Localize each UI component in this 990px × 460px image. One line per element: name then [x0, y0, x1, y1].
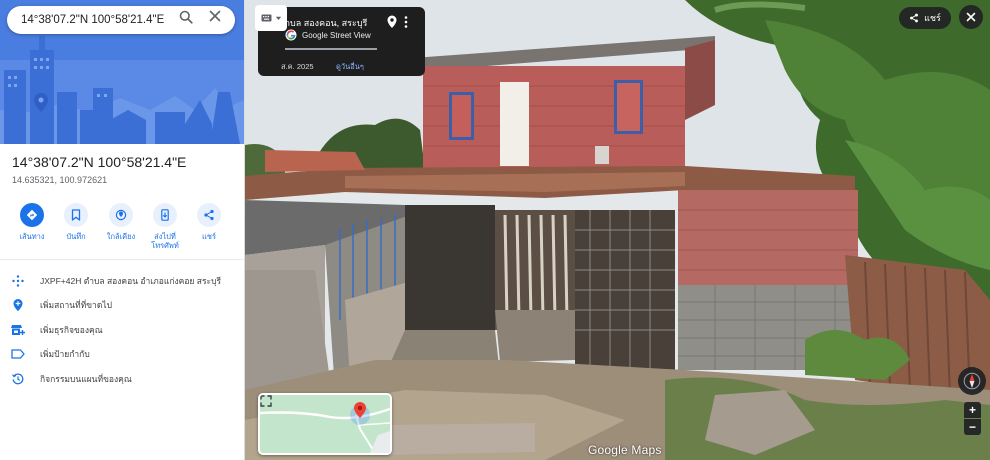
plus-code-row[interactable]: JXPF+42H ตำบล สองคอน อำเภอแก่งคอย สระบุร…: [10, 272, 221, 290]
divider: [0, 259, 244, 260]
street-view-logo-text: Google Street View: [302, 30, 371, 40]
search-box[interactable]: [7, 6, 235, 34]
compass-button[interactable]: [958, 367, 986, 395]
add-label-text: เพิ่มป้ายกำกับ: [40, 349, 90, 359]
map-activity-text: กิจกรรมบนแผนที่ของคุณ: [40, 374, 132, 384]
add-business-icon: [10, 322, 26, 338]
zoom-out-button[interactable]: −: [964, 419, 981, 435]
place-coordinates: 14.635321, 100.972621: [12, 175, 108, 185]
nearby-button[interactable]: ใกล้เคียง: [101, 203, 141, 241]
zoom-in-button[interactable]: +: [964, 402, 981, 418]
hero-illustration: [0, 0, 244, 144]
send-to-phone-icon: [153, 203, 177, 227]
google-logo-icon: [285, 29, 297, 41]
directions-button[interactable]: เส้นทาง: [12, 203, 52, 241]
close-street-view-button[interactable]: [959, 5, 983, 29]
plus-code-icon: [10, 273, 26, 289]
place-title: 14°38'07.2"N 100°58'21.4"E: [12, 154, 187, 170]
chevron-down-icon: [275, 16, 281, 20]
share-action-label: แชร์: [202, 232, 216, 241]
street-view-logo: Google Street View: [285, 29, 371, 41]
compass-icon: [963, 372, 981, 390]
share-icon: [910, 13, 919, 23]
label-icon: [10, 346, 26, 362]
share-label: แชร์: [924, 13, 941, 23]
minimap[interactable]: [258, 393, 392, 455]
card-collapse-toggle[interactable]: [255, 5, 287, 31]
expand-icon[interactable]: [260, 395, 272, 407]
minimap-map: [260, 395, 390, 453]
share-action-button[interactable]: แชร์: [189, 203, 229, 241]
left-panel: 14°38'07.2"N 100°58'21.4"E 14.635321, 10…: [0, 0, 245, 460]
add-missing-place-text: เพิ่มสถานที่ที่ขาดไป: [40, 300, 113, 310]
action-buttons: เส้นทาง บันทึก ใกล้เคียง ส่งไปที่ โทรศัพ…: [10, 203, 240, 255]
capture-date: ส.ค. 2025: [281, 62, 314, 71]
street-view-place-name: ำบล สองคอน, สระบุรี: [285, 18, 368, 28]
map-activity-row[interactable]: กิจกรรมบนแผนที่ของคุณ: [10, 370, 132, 388]
search-icon[interactable]: [179, 10, 199, 30]
close-icon: [966, 12, 976, 22]
send-to-phone-button[interactable]: ส่งไปที่ โทรศัพท์: [145, 203, 185, 250]
add-label-row[interactable]: เพิ่มป้ายกำกับ: [10, 345, 90, 363]
add-place-icon: [10, 297, 26, 313]
plus-code-text: JXPF+42H ตำบล สองคอน อำเภอแก่งคอย สระบุร…: [40, 276, 222, 286]
google-maps-watermark: Google Maps: [588, 443, 662, 457]
nearby-label: ใกล้เคียง: [106, 232, 136, 241]
location-pin-icon[interactable]: [386, 15, 398, 29]
app: 14°38'07.2"N 100°58'21.4"E 14.635321, 10…: [0, 0, 990, 460]
add-business-row[interactable]: เพิ่มธุรกิจของคุณ: [10, 321, 103, 339]
share-icon: [197, 203, 221, 227]
share-button[interactable]: แชร์: [899, 7, 951, 29]
more-vertical-icon[interactable]: [402, 15, 410, 29]
see-more-dates-link[interactable]: ดูวันอื่นๆ: [336, 61, 364, 73]
search-input[interactable]: [21, 14, 173, 26]
timeline-bar: [285, 48, 377, 50]
send-to-phone-label: ส่งไปที่ โทรศัพท์: [151, 232, 179, 250]
add-business-text: เพิ่มธุรกิจของคุณ: [40, 325, 103, 335]
directions-label: เส้นทาง: [19, 232, 45, 241]
bookmark-icon: [64, 203, 88, 227]
keyboard-icon: [261, 14, 271, 22]
history-icon: [10, 371, 26, 387]
save-label: บันทึก: [66, 232, 86, 241]
directions-icon: [20, 203, 44, 227]
add-missing-place-row[interactable]: เพิ่มสถานที่ที่ขาดไป: [10, 296, 112, 314]
close-icon[interactable]: [209, 10, 229, 30]
nearby-icon: [109, 203, 133, 227]
save-button[interactable]: บันทึก: [56, 203, 96, 241]
